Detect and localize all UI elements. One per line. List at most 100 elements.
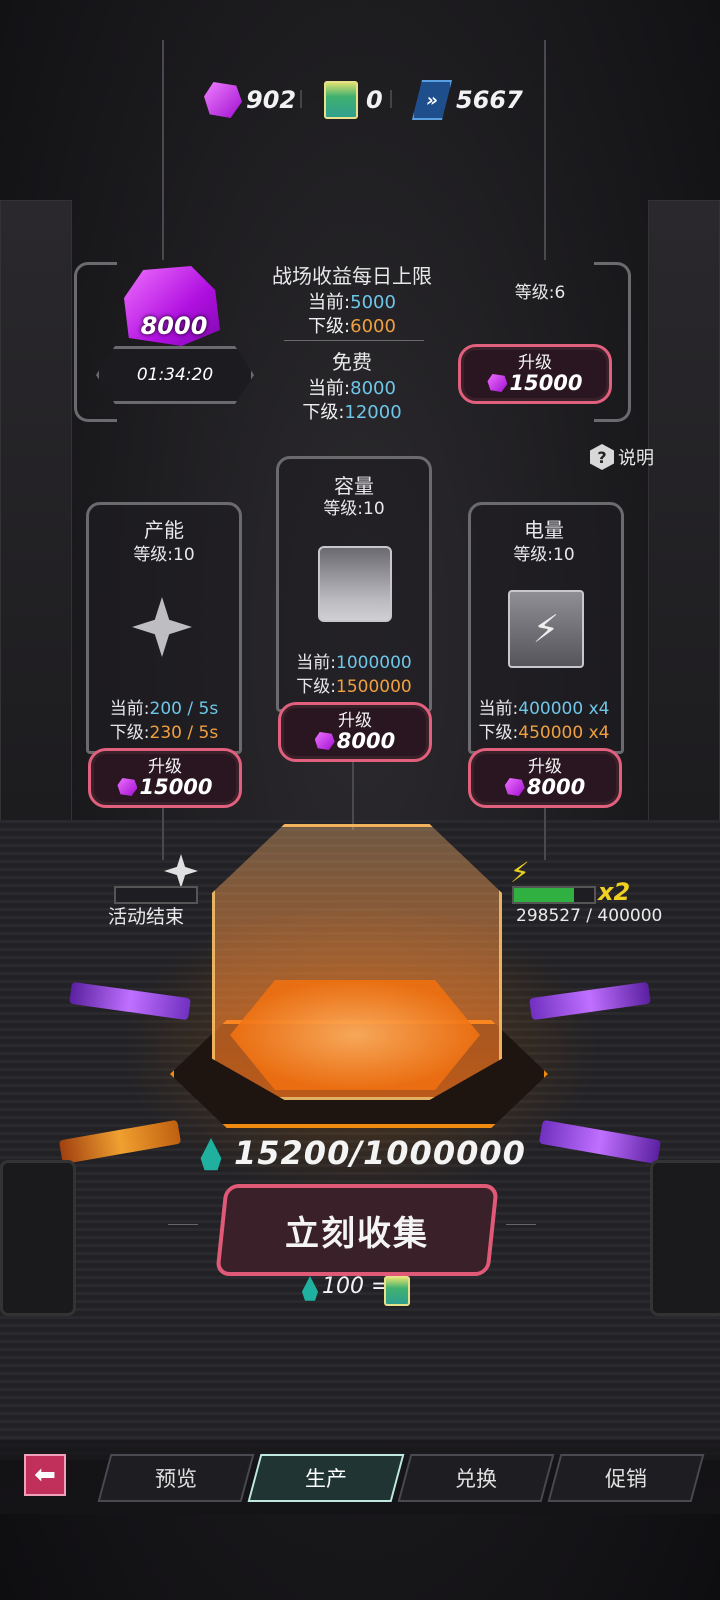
next-value: 6000 — [350, 316, 396, 337]
current-label: 当前: — [308, 292, 351, 313]
timer-box: 01:34:20 — [96, 346, 254, 404]
next-label: 下级: — [109, 723, 150, 743]
help-label: 说明 — [618, 448, 654, 469]
gem-icon — [504, 778, 525, 796]
gem-icon — [314, 732, 335, 750]
divider — [284, 340, 424, 341]
power-upgrade-button[interactable]: 升级 8000 — [468, 748, 622, 808]
cable-line — [162, 800, 164, 860]
ticket-count: 0 — [366, 86, 383, 114]
upgrade-label: 升级 — [528, 757, 562, 777]
reactor-liquid — [230, 980, 480, 1090]
stored-amount: 8000 — [140, 312, 208, 340]
next-label: 下级: — [302, 402, 345, 423]
current-label: 当前: — [109, 699, 150, 719]
current-value: 1000000 — [336, 653, 412, 673]
gem-icon — [487, 374, 508, 392]
tab-preview[interactable]: 预览 — [97, 1454, 255, 1502]
chip-currency: » 5667 — [412, 80, 523, 120]
daily-limit-title: 战场收益每日上限 — [272, 264, 432, 288]
daily-limit-next: 下级:6000 — [250, 312, 454, 338]
next-label: 下级: — [478, 723, 519, 743]
tab-promotion[interactable]: 促销 — [547, 1454, 705, 1502]
ticket-icon — [384, 1276, 410, 1306]
current-label: 当前: — [296, 653, 336, 673]
cable-line — [544, 800, 546, 860]
production-level: 等级:10 — [133, 545, 195, 565]
gem-currency: 902 — [204, 82, 296, 118]
divider — [168, 1224, 198, 1225]
left-wall — [0, 200, 72, 822]
current-value: 5000 — [350, 292, 396, 313]
exchange-rate-text: 100 = — [322, 1274, 390, 1299]
current-label: 当前: — [478, 699, 519, 719]
right-wall — [648, 200, 720, 822]
ticket-currency: 0 — [324, 81, 383, 119]
current-value: 400000 x4 — [518, 699, 610, 719]
tab-exchange[interactable]: 兑换 — [397, 1454, 555, 1502]
production-status-text: 活动结束 — [108, 906, 185, 928]
capacity-icon — [318, 546, 392, 622]
gem-count: 902 — [246, 86, 297, 114]
upgrade-cost: 8000 — [526, 775, 586, 799]
next-label: 下级: — [308, 316, 351, 337]
timer-text: 01:34:20 — [136, 365, 214, 385]
machine-right — [650, 1160, 720, 1316]
current-value: 200 / 5s — [149, 699, 219, 719]
production-icon — [120, 586, 204, 668]
gem-icon — [204, 82, 242, 118]
capacity-upgrade-button[interactable]: 升级 8000 — [278, 702, 432, 762]
cable-line — [544, 40, 546, 260]
tab-label: 兑换 — [455, 1467, 497, 1491]
next-value: 1500000 — [336, 677, 412, 697]
back-button[interactable]: ⬅ — [24, 1454, 66, 1496]
power-progress-bar — [512, 886, 596, 904]
capacity-next: 下级:1500000 — [276, 672, 432, 697]
free-title: 免费 — [332, 350, 372, 374]
tab-label: 预览 — [155, 1467, 197, 1491]
ticket-icon — [324, 81, 358, 119]
machine-left — [0, 1160, 76, 1316]
tab-production[interactable]: 生产 — [247, 1454, 405, 1502]
power-icon: ⚡ — [508, 590, 584, 668]
upgrade-label: 升级 — [148, 757, 182, 777]
next-value: 12000 — [344, 402, 402, 423]
lightning-icon: ⚡ — [510, 856, 530, 889]
gem-icon — [117, 778, 138, 796]
next-label: 下级: — [296, 677, 336, 697]
production-current: 当前:200 / 5s — [86, 694, 242, 719]
divider — [506, 1224, 536, 1225]
cable-line — [352, 760, 354, 830]
production-title: 产能 — [144, 518, 184, 542]
help-icon: ? — [590, 444, 614, 470]
power-title: 电量 — [524, 518, 564, 542]
capacity-current: 当前:1000000 — [276, 648, 432, 673]
cable-line — [162, 40, 164, 260]
power-progress-fill — [514, 888, 574, 902]
chip-count: 5667 — [456, 86, 523, 114]
power-next: 下级:450000 x4 — [466, 718, 622, 743]
back-arrow-icon: ⬅ — [34, 1460, 56, 1490]
next-value: 450000 x4 — [518, 723, 610, 743]
production-upgrade-button[interactable]: 升级 15000 — [88, 748, 242, 808]
upgrade-cost: 15000 — [139, 775, 213, 799]
next-value: 230 / 5s — [149, 723, 219, 743]
frame-left-bracket — [74, 262, 117, 422]
power-multiplier: x2 — [598, 878, 631, 906]
capacity-level: 等级:10 — [323, 499, 385, 519]
daily-limit-upgrade-button[interactable]: 升级 15000 — [458, 344, 612, 404]
power-progress-text: 298527 / 400000 — [516, 906, 663, 926]
collect-label: 立刻收集 — [285, 1213, 429, 1254]
production-next: 下级:230 / 5s — [86, 718, 242, 743]
divider — [300, 90, 302, 108]
free-current: 当前:8000 — [250, 374, 454, 400]
current-label: 当前: — [308, 378, 351, 399]
divider — [390, 90, 392, 108]
help-button[interactable]: ? 说明 — [590, 444, 654, 470]
current-value: 8000 — [350, 378, 396, 399]
daily-limit-current: 当前:5000 — [250, 288, 454, 314]
collect-now-button[interactable]: 立刻收集 — [215, 1184, 499, 1276]
power-current: 当前:400000 x4 — [466, 694, 622, 719]
tab-label: 生产 — [305, 1467, 347, 1491]
upgrade-cost: 15000 — [509, 371, 583, 395]
